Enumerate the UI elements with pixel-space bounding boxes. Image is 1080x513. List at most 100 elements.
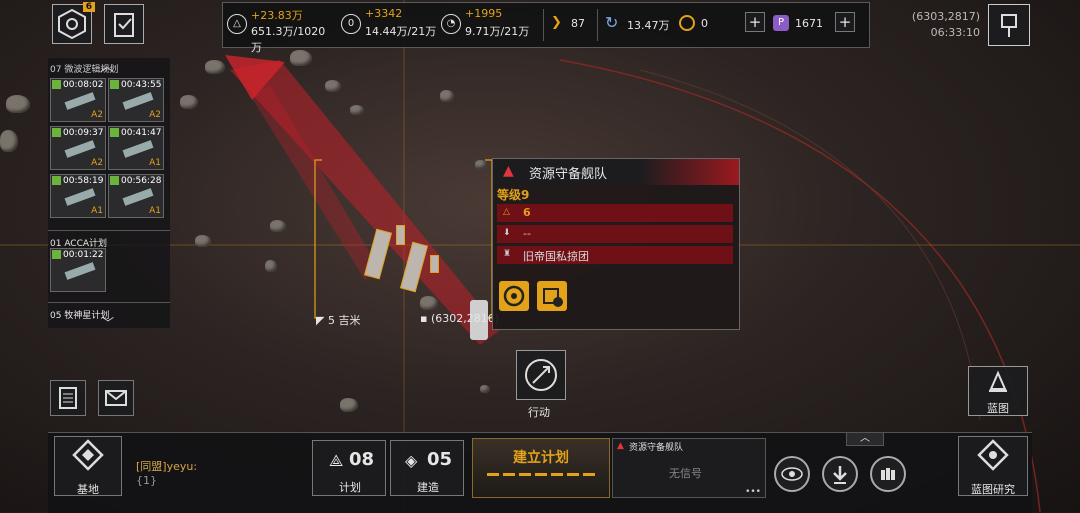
slot-timer: 00:09:37 [63, 128, 104, 138]
flag-icon [1001, 14, 1017, 37]
check-icon [110, 80, 119, 89]
galaxy-button[interactable] [774, 456, 810, 492]
expand-down-icon[interactable]: ﹀ [102, 314, 114, 331]
crystal-resource-icon: 0 [341, 14, 361, 34]
warning-triangle-icon: ▲ [503, 163, 514, 179]
premium-currency[interactable]: P 1671 [773, 13, 833, 37]
mail-log-button[interactable] [50, 380, 86, 416]
energy[interactable]: ↻ 13.47万 [605, 13, 675, 37]
resource-gas[interactable]: ◔ +1995 9.71万/21万 [441, 6, 539, 44]
arrow-down-icon [833, 466, 847, 484]
plan-s-icon: ⟁ [329, 451, 344, 470]
check-icon [52, 250, 61, 259]
info-panel-title: 资源守备舰队 [529, 167, 608, 182]
res2-delta: +3342 [365, 7, 403, 20]
cargo-info-button[interactable] [537, 281, 567, 311]
target-coords-label: ▪ (6302,2816) [420, 312, 499, 325]
plan-slot[interactable]: 00:41:47 A1 [108, 126, 164, 170]
galaxy-icon [781, 467, 803, 481]
base-label: 基地 [77, 483, 99, 496]
add-premium-button[interactable]: + [835, 12, 855, 32]
current-coords[interactable]: (6303,2817) [870, 10, 980, 23]
info-row-faction: ♜ 旧帝国私掠团 [497, 246, 733, 264]
target-coords-text: (6302,2816) [430, 312, 500, 325]
slot-timer: 00:43:55 [121, 80, 162, 90]
build-plan-label: 建立计划 [513, 450, 569, 466]
base-button[interactable]: 基地 [54, 436, 122, 496]
fleet-signal-panel[interactable]: ▲ 资源守备舰队 无信号 ••• [612, 438, 766, 498]
fleet-ships[interactable] [364, 225, 440, 295]
plan-slot[interactable]: 00:43:55 A2 [108, 78, 164, 122]
resource-crystal[interactable]: 0 +3342 14.44万/21万 [341, 6, 439, 44]
plan-count: 08 [349, 449, 375, 470]
build-plan-button[interactable]: 建立计划 [472, 438, 610, 498]
slot-timer: 00:41:47 [121, 128, 162, 138]
strength-value: 6 [523, 206, 531, 219]
chat-message: {1} [136, 474, 157, 487]
coords-clock: (6303,2817) 06:33:10 [870, 4, 980, 48]
blueprint-label: 蓝图 [987, 402, 1009, 415]
box-info-icon [543, 288, 563, 307]
slot-tier: A2 [91, 110, 103, 120]
fleet-signal-title: 资源守备舰队 [629, 443, 684, 453]
command-points[interactable]: ❯ 87 [551, 13, 595, 37]
slot-timer: 00:08:02 [63, 80, 104, 90]
chat-sender: [同盟]yeyu: [136, 460, 198, 473]
build-button[interactable]: ◈ 05 建造 [390, 440, 464, 496]
ship-hull-icon [64, 140, 96, 158]
info-row-reward: ⬇ -- [497, 225, 733, 243]
build-diamond-icon: ◈ [405, 451, 418, 470]
members-button[interactable] [870, 456, 906, 492]
alliance-button[interactable]: 6 [52, 2, 95, 44]
ship-hull-icon [122, 188, 154, 206]
plan-slot[interactable]: 00:08:02 A2 [50, 78, 106, 122]
checklist-icon [114, 13, 134, 37]
research-network-icon [977, 439, 1009, 471]
ship-hull-icon [64, 92, 96, 110]
mail-button[interactable] [98, 380, 134, 416]
res1-amount: 651.3万/1020万 [251, 25, 326, 54]
info-row-strength: △ 6 [497, 204, 733, 222]
resource-metal[interactable]: △ +23.83万 651.3万/1020万 [227, 6, 335, 54]
add-coin-button[interactable]: + [745, 12, 765, 32]
check-icon [52, 128, 61, 137]
plan-slot[interactable]: 00:56:28 A1 [108, 174, 164, 218]
download-button[interactable] [822, 456, 858, 492]
check-icon [52, 176, 61, 185]
blueprint-research-button[interactable]: 蓝图研究 [958, 436, 1028, 496]
envelope-icon [105, 390, 127, 406]
people-icon [881, 468, 895, 480]
chat-preview[interactable]: [同盟]yeyu: {1} [136, 458, 302, 492]
more-dots-icon[interactable]: ••• [745, 487, 761, 497]
plan-slot[interactable]: 00:01:22 [50, 248, 106, 292]
ship-hull-icon [122, 92, 154, 110]
plan-slot[interactable]: 00:09:37 A2 [50, 126, 106, 170]
slot-tier: A2 [91, 158, 103, 168]
bookmark-button[interactable] [988, 4, 1030, 46]
blueprint-research-label: 蓝图研究 [971, 483, 1015, 496]
ship-hull-icon [64, 188, 96, 206]
premium-value: 1671 [795, 17, 823, 30]
chevron-command-icon: ❯ [551, 15, 562, 30]
refresh-energy-icon: ↻ [605, 13, 619, 32]
reward-value: -- [523, 227, 531, 240]
cmd-points-value: 87 [571, 17, 585, 30]
plan-slot[interactable]: 00:58:19 A1 [50, 174, 106, 218]
plan-group-acca[interactable]: 01 ACCA计划 [48, 230, 170, 249]
action-button[interactable] [516, 350, 566, 400]
target-lock-button[interactable] [499, 281, 529, 311]
ship-hull-icon [122, 140, 154, 158]
ship-hull-icon [64, 262, 96, 280]
download-arrow-icon: ⬇ [503, 228, 511, 238]
expand-up-chevron-icon[interactable]: ︿ [846, 432, 884, 446]
fleet-level: 等级9 [497, 188, 530, 202]
res3-delta: +1995 [465, 7, 503, 20]
blueprint-button[interactable]: 蓝图 [968, 366, 1028, 416]
coin[interactable]: 0 [679, 13, 739, 37]
faction-icon: ♜ [503, 249, 512, 259]
plans-button[interactable]: ⟁ 08 计划 [312, 440, 386, 496]
tasks-button[interactable] [104, 4, 144, 44]
plan-group-title[interactable]: 07 微波逻辑规划 [50, 62, 118, 75]
distance-label: ◤ 5 吉米 [316, 312, 360, 328]
slot-tier: A1 [91, 206, 103, 216]
